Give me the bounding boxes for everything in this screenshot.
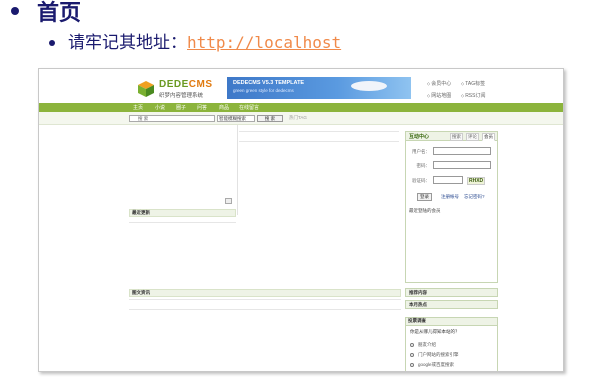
captcha-label: 验证码： <box>412 178 430 183</box>
login-panel-title: 互动中心 <box>409 134 430 140</box>
recent-members-label: 最近登陆的会员 <box>409 208 441 213</box>
sub-item: 请牢记其地址：http://localhost <box>68 31 341 55</box>
nav-item-ask[interactable]: 问答 <box>197 104 207 111</box>
captcha-image[interactable]: RHXD <box>467 177 486 185</box>
radio-icon[interactable] <box>410 362 414 367</box>
cube-logo-icon <box>138 81 154 97</box>
tab-search[interactable]: 搜索 <box>450 133 463 141</box>
divider <box>239 141 399 142</box>
airship-icon <box>351 81 387 91</box>
localhost-link[interactable]: http://localhost <box>187 33 341 52</box>
recommended-header: 推荐内容 <box>405 288 498 297</box>
nav-item-groups[interactable]: 圈子 <box>176 104 186 111</box>
login-button[interactable]: 登录 <box>417 193 432 201</box>
bullet-dot <box>11 7 19 15</box>
nav-item-home[interactable]: 主页 <box>133 104 143 111</box>
image-placeholder <box>225 198 232 204</box>
logo-wordmark: DEDECMS <box>159 79 213 90</box>
captcha-field[interactable] <box>433 176 463 184</box>
radio-icon[interactable] <box>410 342 414 347</box>
password-field[interactable] <box>433 161 491 169</box>
top-link-rss[interactable]: RSS订阅 <box>461 90 495 102</box>
top-link-member-center[interactable]: 会员中心 <box>427 78 461 90</box>
top-link-tags[interactable]: TAG标签 <box>461 78 495 90</box>
password-label: 密码： <box>416 163 431 168</box>
survey-option[interactable]: 门户网站的搜索引擎 <box>410 352 459 358</box>
username-label: 用户名： <box>412 149 430 154</box>
search-input[interactable]: 搜 索 <box>129 115 215 122</box>
nav-item-products[interactable]: 商品 <box>219 104 229 111</box>
search-button[interactable]: 搜 索 <box>257 115 283 122</box>
survey-question: 你是从哪儿得知本站的？ <box>410 329 460 334</box>
divider <box>239 131 399 132</box>
dedecms-homepage-screenshot: DEDECMS 织梦内容管理系统 DEDECMS V5.3 TEMPLATE g… <box>38 68 564 372</box>
search-bar: 搜 索 智能模糊搜索 搜 索 热门TAG <box>39 112 563 125</box>
top-link-sitemap[interactable]: 网站地图 <box>427 90 461 102</box>
hot-tags-link[interactable]: 热门TAG <box>289 115 307 121</box>
login-panel: 互动中心 搜索 评论 会员 用户名： 密码： 验证码： RHXD 登录 注册帐号… <box>405 131 498 283</box>
divider <box>129 299 401 300</box>
banner-title: DEDECMS V5.3 TEMPLATE <box>233 80 305 86</box>
logo-subtitle: 织梦内容管理系统 <box>159 93 204 99</box>
sub-bullet-dot <box>49 40 55 46</box>
slide-heading: 首页 <box>37 1 82 26</box>
survey-option[interactable]: google或百度搜索 <box>410 362 454 368</box>
main-nav: 主页 小说 圈子 问答 商品 在线留言 <box>39 103 563 112</box>
register-link[interactable]: 注册帐号 <box>441 194 459 200</box>
banner-subtitle: green green style for dedecms <box>233 88 294 93</box>
radio-icon[interactable] <box>410 352 414 357</box>
monthly-hot-header: 本月热点 <box>405 300 498 309</box>
divider <box>129 309 401 310</box>
username-field[interactable] <box>433 147 491 155</box>
top-links: 会员中心TAG标签 网站地图RSS订阅 <box>427 78 495 102</box>
survey-box: 投票调查 你是从哪儿得知本站的？ 朋友介绍 门户网站的搜索引擎 google或百… <box>405 317 498 371</box>
survey-header: 投票调查 <box>406 318 497 326</box>
search-mode-select[interactable]: 智能模糊搜索 <box>217 115 255 122</box>
forgot-password-link[interactable]: 忘记密码? <box>464 194 485 200</box>
nav-item-novel[interactable]: 小说 <box>155 104 165 111</box>
image-news-header: 图文资讯 <box>129 289 401 297</box>
survey-option[interactable]: 朋友介绍 <box>410 342 436 348</box>
sub-item-text: 请牢记其地址： <box>68 33 187 53</box>
nav-item-guestbook[interactable]: 在线留言 <box>239 104 259 111</box>
site-logo[interactable]: DEDECMS 织梦内容管理系统 <box>137 78 225 100</box>
column-divider <box>237 125 238 215</box>
tab-comments[interactable]: 评论 <box>466 133 479 141</box>
tab-member[interactable]: 会员 <box>482 133 495 141</box>
divider <box>129 222 236 223</box>
latest-update-header: 最近更新 <box>129 209 236 217</box>
header-banner: DEDECMS V5.3 TEMPLATE green green style … <box>227 77 411 99</box>
